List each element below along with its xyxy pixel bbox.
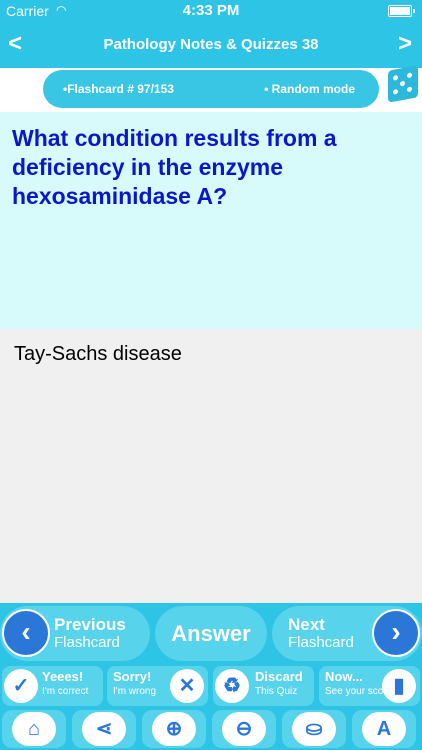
- see-score-button[interactable]: Now... See your score ▮: [319, 666, 420, 706]
- color-button[interactable]: ⛀: [282, 710, 346, 748]
- share-icon: ⋖: [82, 712, 126, 746]
- flashcard-counter: •Flashcard # 97/153: [63, 82, 174, 96]
- answer-panel: Tay-Sachs disease: [0, 329, 422, 603]
- answer-button[interactable]: Answer: [155, 606, 267, 661]
- correct-sub-label: I'm correct: [42, 686, 89, 697]
- zoom-out-button[interactable]: ⊖: [212, 710, 276, 748]
- next-sub-label: Flashcard: [288, 634, 354, 651]
- score-label: Now...: [325, 669, 363, 684]
- wrong-label: Sorry!: [113, 669, 152, 684]
- font-icon: A: [362, 712, 406, 746]
- check-icon: ✓: [4, 669, 38, 703]
- share-button[interactable]: ⋖: [72, 710, 136, 748]
- previous-sub-label: Flashcard: [54, 634, 120, 651]
- paint-bucket-icon: ⛀: [292, 712, 336, 746]
- mode-label: • Random mode: [264, 82, 355, 96]
- bar-chart-icon: ▮: [382, 669, 416, 703]
- chevron-left-icon: ‹: [2, 609, 50, 657]
- flashcard-info: •Flashcard # 97/153 • Random mode: [43, 70, 379, 108]
- font-button[interactable]: A: [352, 710, 416, 748]
- home-icon: ⌂: [12, 712, 56, 746]
- next-label: Next: [288, 615, 325, 634]
- question-panel: What condition results from a deficiency…: [0, 112, 422, 329]
- discard-sub-label: This Quiz: [255, 686, 298, 697]
- correct-button[interactable]: ✓ Yeees! I'm correct: [2, 666, 103, 706]
- x-icon: ✕: [170, 669, 204, 703]
- zoom-out-icon: ⊖: [222, 712, 266, 746]
- controls: ‹ Previous Flashcard Answer Next Flashca…: [0, 603, 422, 750]
- discard-quiz-button[interactable]: ♻ Discard This Quiz: [213, 666, 314, 706]
- clock: 4:33 PM: [182, 2, 240, 19]
- wrong-button[interactable]: Sorry! I'm wrong ✕: [107, 666, 208, 706]
- dice-icon[interactable]: [388, 65, 418, 103]
- battery-icon: [388, 5, 415, 17]
- next-flashcard-button[interactable]: Next Flashcard ›: [272, 606, 422, 661]
- wrong-sub-label: I'm wrong: [113, 686, 157, 697]
- chevron-right-icon: ›: [372, 609, 420, 657]
- recycle-icon: ♻: [215, 669, 249, 703]
- discard-label: Discard: [255, 669, 303, 684]
- page-title: Pathology Notes & Quizzes 38: [103, 36, 319, 53]
- status-bar: Carrier ◠ 4:33 PM: [0, 0, 422, 22]
- nav-bar: < Pathology Notes & Quizzes 38 >: [0, 22, 422, 68]
- zoom-in-button[interactable]: ⊕: [142, 710, 206, 748]
- zoom-in-icon: ⊕: [152, 712, 196, 746]
- previous-flashcard-button[interactable]: ‹ Previous Flashcard: [0, 606, 150, 661]
- answer-text: Tay-Sachs disease: [14, 343, 182, 365]
- question-text: What condition results from a deficiency…: [12, 125, 337, 209]
- back-button[interactable]: <: [8, 30, 22, 58]
- home-button[interactable]: ⌂: [2, 710, 66, 748]
- info-strip: •Flashcard # 97/153 • Random mode: [0, 65, 422, 112]
- correct-label: Yeees!: [42, 669, 84, 684]
- forward-button[interactable]: >: [398, 30, 412, 58]
- previous-label: Previous: [54, 615, 126, 634]
